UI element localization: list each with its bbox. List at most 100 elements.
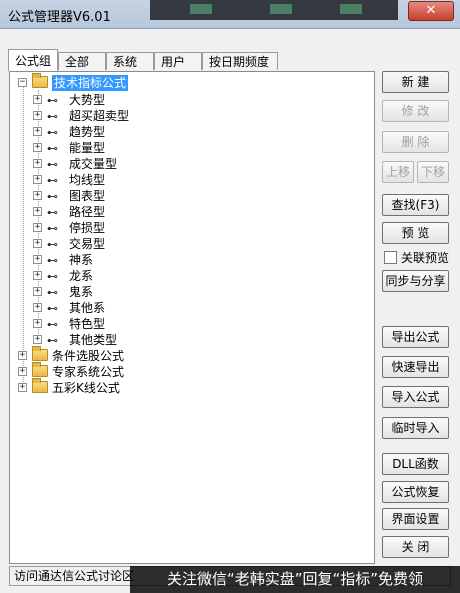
sync-share-button[interactable]: 同步与分享 [382,270,449,292]
tree-node-child[interactable]: + ⊷ 其他系 [14,300,374,316]
tree-node-label: 趋势型 [69,125,106,139]
expand-icon[interactable]: + [33,207,42,216]
folder-open-icon [32,73,48,88]
tab-all[interactable]: 全部 [58,52,106,70]
tree-node-child[interactable]: + ⊷ 鬼系 [14,284,374,300]
key-icon: ⊷ [47,174,58,187]
key-icon: ⊷ [47,270,58,283]
tree-node-label: 图表型 [69,189,106,203]
tree-node-label: 路径型 [69,205,106,219]
tree-node-label: 专家系统公式 [52,365,125,379]
formula-manager-window: 公式管理器V6.01 ✕ 公式组 全部 系统 用户 按日期频度 − 技术指标公式… [0,0,460,593]
export-formula-button[interactable]: 导出公式 [382,326,449,348]
tree-node-label: 五彩K线公式 [52,381,120,395]
tree-node-label: 其他系 [69,301,106,315]
tree-node-label: 停损型 [69,221,106,235]
tree-node-label: 龙系 [69,269,94,283]
folder-icon [32,362,48,377]
tab-system[interactable]: 系统 [106,52,154,70]
tree-node-label: 交易型 [69,237,106,251]
tree-node-child[interactable]: + ⊷ 成交量型 [14,156,374,172]
tree-node-child[interactable]: + ⊷ 能量型 [14,140,374,156]
expand-icon[interactable]: + [33,223,42,232]
formula-restore-button[interactable]: 公式恢复 [382,481,449,503]
key-icon: ⊷ [47,142,58,155]
expand-icon[interactable]: + [33,287,42,296]
tree-node-label: 成交量型 [69,157,118,171]
modify-button[interactable]: 修 改 [382,100,449,122]
tree-node-child[interactable]: + ⊷ 路径型 [14,204,374,220]
linked-preview-label: 关联预览 [401,251,450,265]
expand-icon[interactable]: + [33,335,42,344]
tree-node-label: 技术指标公式 [52,75,129,91]
find-button[interactable]: 查找(F3) [382,194,449,216]
tree-node-child[interactable]: + ⊷ 超买超卖型 [14,108,374,124]
expand-icon[interactable]: + [33,191,42,200]
temporary-import-button[interactable]: 临时导入 [382,417,449,439]
title-bar[interactable]: 公式管理器V6.01 ✕ [0,0,460,29]
tree-node-child[interactable]: + ⊷ 均线型 [14,172,374,188]
expand-icon[interactable]: + [33,111,42,120]
tree-node-expert-system[interactable]: + 专家系统公式 [14,362,374,380]
tree-node-child[interactable]: + ⊷ 趋势型 [14,124,374,140]
expand-icon[interactable]: + [33,143,42,152]
expand-icon[interactable]: + [33,319,42,328]
key-icon: ⊷ [47,238,58,251]
close-button[interactable]: 关 闭 [382,536,449,558]
key-icon: ⊷ [47,110,58,123]
expand-icon[interactable]: + [33,239,42,248]
key-icon: ⊷ [47,302,58,315]
import-formula-button[interactable]: 导入公式 [382,386,449,408]
window-title: 公式管理器V6.01 [8,10,111,25]
expand-icon[interactable]: + [18,383,27,392]
formula-tree[interactable]: − 技术指标公式 + ⊷ 大势型 + ⊷ 超买超卖型 + ⊷ 趋势型 + ⊷ 能量型 + ⊷ 成交量… [9,71,375,564]
ui-settings-button[interactable]: 界面设置 [382,508,449,530]
tree-node-child[interactable]: + ⊷ 神系 [14,252,374,268]
expand-icon[interactable]: + [33,271,42,280]
expand-icon[interactable]: + [33,159,42,168]
expand-icon[interactable]: + [18,367,27,376]
expand-icon[interactable]: + [33,255,42,264]
expand-icon[interactable]: + [18,351,27,360]
tree-node-label: 特色型 [69,317,106,331]
expand-icon[interactable]: + [33,95,42,104]
linked-preview-checkbox[interactable]: 关联预览 [384,249,449,265]
key-icon: ⊷ [47,286,58,299]
tree-node-label: 条件选股公式 [52,349,125,363]
quick-export-button[interactable]: 快速导出 [382,356,449,378]
tree-node-child[interactable]: + ⊷ 停损型 [14,220,374,236]
tree-node-label: 神系 [69,253,94,267]
tree-node-child[interactable]: + ⊷ 龙系 [14,268,374,284]
folder-icon [32,346,48,361]
tree-node-technical-indicators[interactable]: − 技术指标公式 [14,73,374,91]
tree-node-label: 鬼系 [69,285,94,299]
tree-node-child[interactable]: + ⊷ 其他类型 [14,332,374,348]
key-icon: ⊷ [47,190,58,203]
key-icon: ⊷ [47,94,58,107]
collapse-icon[interactable]: − [18,78,27,87]
expand-icon[interactable]: + [33,127,42,136]
move-up-button[interactable]: 上移 [382,161,414,183]
tree-node-stock-screening[interactable]: + 条件选股公式 [14,346,374,364]
expand-icon[interactable]: + [33,175,42,184]
preview-button[interactable]: 预 览 [382,222,449,244]
tree-node-child[interactable]: + ⊷ 图表型 [14,188,374,204]
tab-by-date-frequency[interactable]: 按日期频度 [202,52,278,70]
dll-function-button[interactable]: DLL函数 [382,453,449,475]
move-down-button[interactable]: 下移 [417,161,449,183]
close-window-button[interactable]: ✕ [408,1,454,21]
new-button[interactable]: 新 建 [382,71,449,93]
tree-node-child[interactable]: + ⊷ 交易型 [14,236,374,252]
tab-formula-group[interactable]: 公式组 [8,49,58,71]
key-icon: ⊷ [47,334,58,347]
delete-button[interactable]: 删 除 [382,131,449,153]
background-strip [150,0,398,20]
tree-node-colored-kline[interactable]: + 五彩K线公式 [14,378,374,396]
tree-node-child[interactable]: + ⊷ 特色型 [14,316,374,332]
tab-user[interactable]: 用户 [154,52,202,70]
expand-icon[interactable]: + [33,303,42,312]
key-icon: ⊷ [47,254,58,267]
tree-node-label: 超买超卖型 [69,109,130,123]
checkbox-box[interactable] [384,251,397,264]
tree-node-child[interactable]: + ⊷ 大势型 [14,92,374,108]
